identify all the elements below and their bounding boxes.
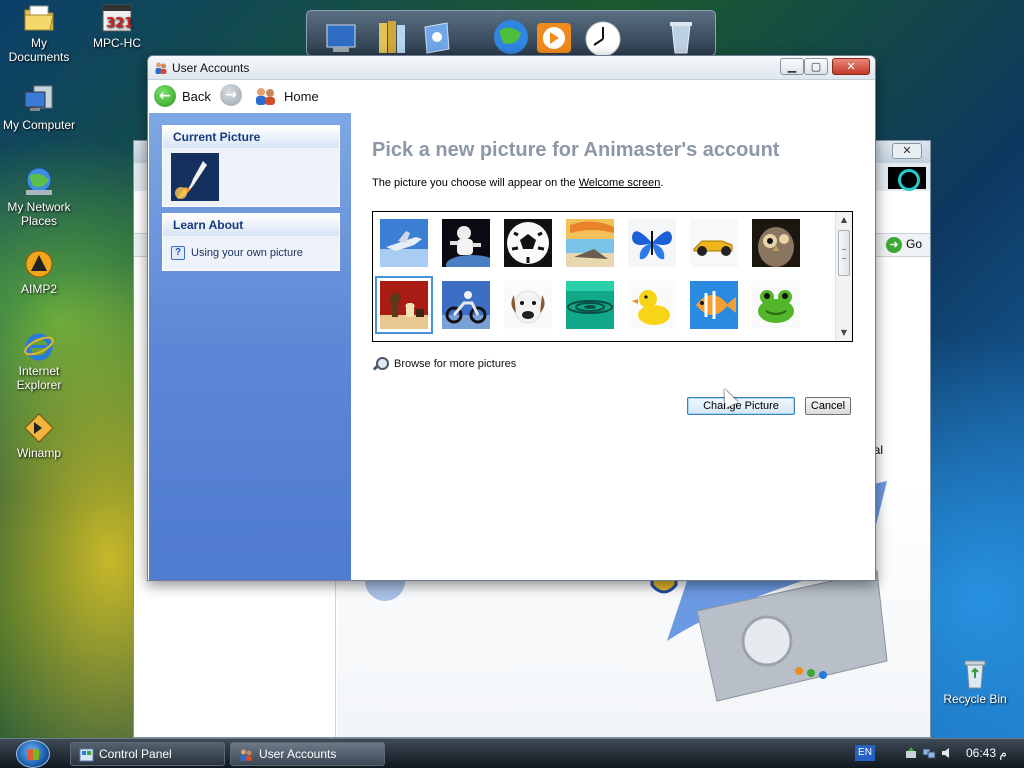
- picture-beach-chairs[interactable]: [566, 219, 614, 267]
- start-button[interactable]: [16, 740, 50, 768]
- mpc-hc-icon: 321: [100, 2, 134, 34]
- desktop-icon-my-network-places[interactable]: My Network Places: [0, 166, 78, 228]
- internet-explorer-icon: [22, 330, 56, 362]
- desktop-icon-winamp[interactable]: Winamp: [0, 412, 78, 460]
- svg-text:321: 321: [106, 16, 133, 31]
- user-accounts-titlebar[interactable]: User Accounts ▁ ▢ ✕: [148, 56, 875, 80]
- learn-item-using-own-picture[interactable]: ? Using your own picture: [171, 240, 331, 266]
- globe-icon[interactable]: [491, 17, 531, 57]
- home-button[interactable]: Home: [254, 84, 319, 108]
- picture-list-scrollbar[interactable]: ▲ ▼: [835, 212, 852, 341]
- language-indicator[interactable]: EN: [855, 745, 875, 761]
- back-arrow-icon: ←: [154, 85, 176, 107]
- taskbar-clock[interactable]: 06:43 م: [966, 746, 1007, 760]
- forward-button[interactable]: →: [220, 84, 242, 106]
- desktop-icon-aimp2[interactable]: AIMP2: [0, 248, 78, 296]
- computer-icon: [22, 84, 56, 116]
- learn-about-panel: Learn About ? Using your own picture: [162, 213, 340, 271]
- network-tray-icon[interactable]: [922, 746, 936, 760]
- learn-about-header: Learn About: [163, 214, 339, 236]
- picture-dog[interactable]: [504, 281, 552, 329]
- windows-logo-icon: [888, 167, 926, 191]
- main-content: Pick a new picture for Animaster's accou…: [351, 113, 875, 580]
- taskbar-button-control-panel[interactable]: Control Panel: [70, 742, 225, 766]
- my-computer-launch-icon[interactable]: [323, 17, 363, 57]
- recycle-bin-launch-icon[interactable]: [661, 17, 701, 57]
- quick-launch-dock: [306, 10, 716, 57]
- navigation-bar: ← Back → Home: [148, 81, 875, 113]
- welcome-screen-link[interactable]: Welcome screen: [579, 177, 661, 189]
- volume-icon[interactable]: [940, 746, 954, 760]
- safely-remove-hardware-icon[interactable]: [904, 746, 918, 760]
- window-title: User Accounts: [172, 61, 250, 75]
- user-accounts-icon: [154, 61, 168, 75]
- learn-item-label: Using your own picture: [191, 247, 303, 259]
- current-picture-space-shuttle: [171, 153, 219, 201]
- user-accounts-window: User Accounts ▁ ▢ ✕ ← Back → Home Curren…: [147, 55, 876, 581]
- desktop-icon-mpc-hc[interactable]: 321 MPC-HC: [78, 2, 156, 50]
- desktop-icon-internet-explorer[interactable]: Internet Explorer: [0, 330, 78, 392]
- library-books-icon[interactable]: [373, 17, 413, 57]
- help-icon: ?: [171, 246, 185, 260]
- control-panel-icon: [79, 747, 94, 762]
- taskbar: Control Panel User Accounts EN 06:43 م: [0, 738, 1024, 768]
- picture-butterfly[interactable]: [628, 219, 676, 267]
- network-globe-icon: [22, 166, 56, 198]
- recycle-bin-icon: [958, 658, 992, 690]
- go-arrow-icon: ➜: [885, 237, 902, 253]
- folder-icon: [22, 2, 56, 34]
- picture-airplane[interactable]: [380, 219, 428, 267]
- home-label: Home: [284, 88, 319, 104]
- change-picture-button[interactable]: Change Picture: [687, 397, 795, 415]
- picture-astronaut[interactable]: [442, 219, 490, 267]
- user-accounts-icon: [239, 747, 254, 761]
- user-accounts-body: Current Picture Learn About ? Using your…: [148, 113, 875, 580]
- forward-arrow-icon: →: [220, 84, 242, 106]
- cancel-button[interactable]: Cancel: [805, 397, 851, 415]
- picture-dirt-bike[interactable]: [442, 281, 490, 329]
- task-pane: Current Picture Learn About ? Using your…: [149, 113, 351, 580]
- scroll-down-arrow-icon[interactable]: ▼: [836, 325, 852, 341]
- control-panel-launch-icon[interactable]: [417, 17, 457, 57]
- page-description: The picture you choose will appear on th…: [372, 177, 664, 189]
- picture-water-drop[interactable]: [566, 281, 614, 329]
- picture-rubber-duck[interactable]: [628, 281, 676, 329]
- back-label: Back: [182, 88, 211, 104]
- picture-list[interactable]: ▲ ▼: [372, 211, 853, 342]
- home-users-icon: [254, 86, 278, 106]
- scroll-thumb[interactable]: [838, 230, 850, 276]
- picture-frog[interactable]: [752, 281, 800, 329]
- current-picture-panel: Current Picture: [162, 125, 340, 207]
- desktop-icon-my-computer[interactable]: My Computer: [0, 84, 78, 132]
- aimp-icon: [22, 248, 56, 280]
- scroll-up-arrow-icon[interactable]: ▲: [836, 212, 852, 228]
- current-picture-header: Current Picture: [163, 126, 339, 148]
- media-player-icon[interactable]: [535, 17, 575, 57]
- picture-owl[interactable]: [752, 219, 800, 267]
- back-button[interactable]: ← Back: [154, 84, 211, 108]
- close-button[interactable]: ✕: [832, 58, 870, 75]
- desktop-icon-my-documents[interactable]: My Documents: [0, 2, 78, 64]
- picture-fish[interactable]: [690, 281, 738, 329]
- desktop-icon-recycle-bin[interactable]: Recycle Bin: [936, 658, 1014, 706]
- winamp-icon: [22, 412, 56, 444]
- picture-soccer-ball[interactable]: [504, 219, 552, 267]
- clock-icon[interactable]: [583, 17, 623, 57]
- picture-race-car[interactable]: [690, 219, 738, 267]
- browse-pictures-link[interactable]: Browse for more pictures: [372, 356, 516, 372]
- minimize-button[interactable]: ▁: [780, 58, 804, 75]
- go-button[interactable]: ➜ Go: [885, 237, 922, 253]
- control-panel-close-button[interactable]: ✕: [892, 143, 922, 159]
- magnifier-icon: [372, 356, 389, 372]
- taskbar-button-user-accounts[interactable]: User Accounts: [230, 742, 385, 766]
- picture-chess[interactable]: [375, 276, 433, 334]
- page-title: Pick a new picture for Animaster's accou…: [372, 139, 780, 161]
- maximize-button[interactable]: ▢: [804, 58, 828, 75]
